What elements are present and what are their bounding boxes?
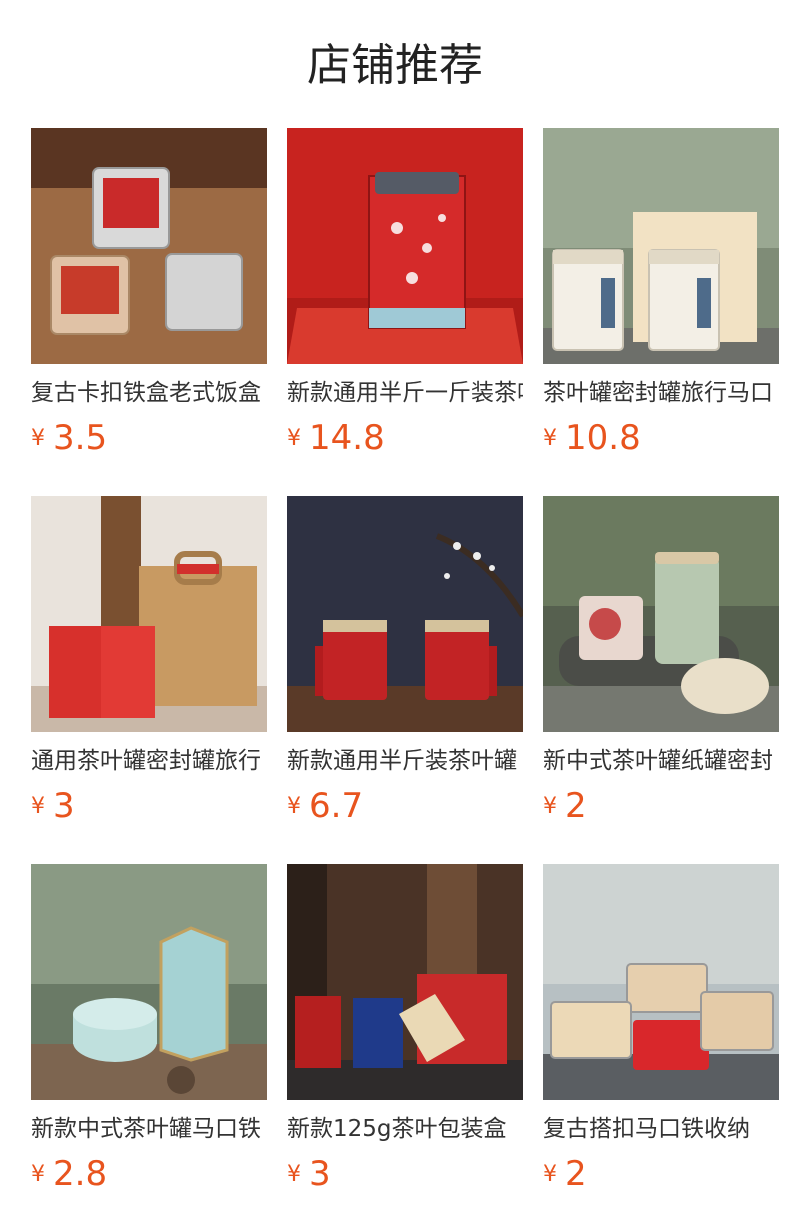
product-price: ¥10.8 [543, 416, 641, 460]
price-value: 10.8 [565, 418, 641, 458]
product-card[interactable]: 通用茶叶罐密封罐旅行 ¥3 [31, 496, 267, 836]
price-value: 2.8 [53, 1154, 108, 1194]
product-name[interactable]: 复古搭扣马口铁收纳 [543, 1112, 779, 1146]
product-name[interactable]: 茶叶罐密封罐旅行马口 [543, 376, 779, 410]
product-name[interactable]: 新款通用半斤一斤装茶叶罐 [287, 376, 523, 410]
price-value: 2 [565, 786, 587, 826]
product-card[interactable]: 新款通用半斤一斤装茶叶罐 ¥14.8 [287, 128, 523, 468]
price-value: 14.8 [309, 418, 385, 458]
price-value: 2 [565, 1154, 587, 1194]
product-card[interactable]: 复古搭扣马口铁收纳 ¥2 [543, 864, 779, 1204]
product-card[interactable]: 复古卡扣铁盒老式饭盒 ¥3.5 [31, 128, 267, 468]
product-name[interactable]: 新中式茶叶罐纸罐密封 [543, 744, 779, 778]
product-card[interactable]: 新款通用半斤装茶叶罐 ¥6.7 [287, 496, 523, 836]
currency-symbol: ¥ [31, 794, 45, 819]
product-price: ¥3.5 [31, 416, 107, 460]
price-value: 3 [309, 1154, 331, 1194]
product-price: ¥2 [543, 784, 587, 828]
product-image[interactable] [543, 864, 779, 1100]
product-image[interactable] [287, 128, 523, 364]
product-card[interactable]: 新中式茶叶罐纸罐密封 ¥2 [543, 496, 779, 836]
product-name[interactable]: 新款中式茶叶罐马口铁 [31, 1112, 267, 1146]
product-image[interactable] [287, 864, 523, 1100]
product-name[interactable]: 新款通用半斤装茶叶罐 [287, 744, 523, 778]
currency-symbol: ¥ [31, 426, 45, 451]
product-price: ¥2.8 [31, 1152, 107, 1196]
price-value: 3 [53, 786, 75, 826]
product-price: ¥3 [31, 784, 75, 828]
currency-symbol: ¥ [31, 1162, 45, 1187]
page-title: 店铺推荐 [307, 40, 483, 91]
currency-symbol: ¥ [543, 426, 557, 451]
currency-symbol: ¥ [543, 1162, 557, 1187]
currency-symbol: ¥ [287, 426, 301, 451]
currency-symbol: ¥ [287, 794, 301, 819]
product-image[interactable] [287, 496, 523, 732]
price-value: 6.7 [309, 786, 364, 826]
product-price: ¥2 [543, 1152, 587, 1196]
product-price: ¥3 [287, 1152, 331, 1196]
product-card[interactable]: 新款125g茶叶包装盒 ¥3 [287, 864, 523, 1204]
product-image[interactable] [31, 864, 267, 1100]
price-value: 3.5 [53, 418, 108, 458]
currency-symbol: ¥ [287, 1162, 301, 1187]
currency-symbol: ¥ [543, 794, 557, 819]
product-name[interactable]: 复古卡扣铁盒老式饭盒 [31, 376, 267, 410]
product-card[interactable]: 新款中式茶叶罐马口铁 ¥2.8 [31, 864, 267, 1204]
product-price: ¥6.7 [287, 784, 363, 828]
product-image[interactable] [31, 496, 267, 732]
product-image[interactable] [543, 128, 779, 364]
product-name[interactable]: 新款125g茶叶包装盒 [287, 1112, 523, 1146]
product-card[interactable]: 茶叶罐密封罐旅行马口 ¥10.8 [543, 128, 779, 468]
product-image[interactable] [543, 496, 779, 732]
product-image[interactable] [31, 128, 267, 364]
product-name[interactable]: 通用茶叶罐密封罐旅行 [31, 744, 267, 778]
product-price: ¥14.8 [287, 416, 385, 460]
